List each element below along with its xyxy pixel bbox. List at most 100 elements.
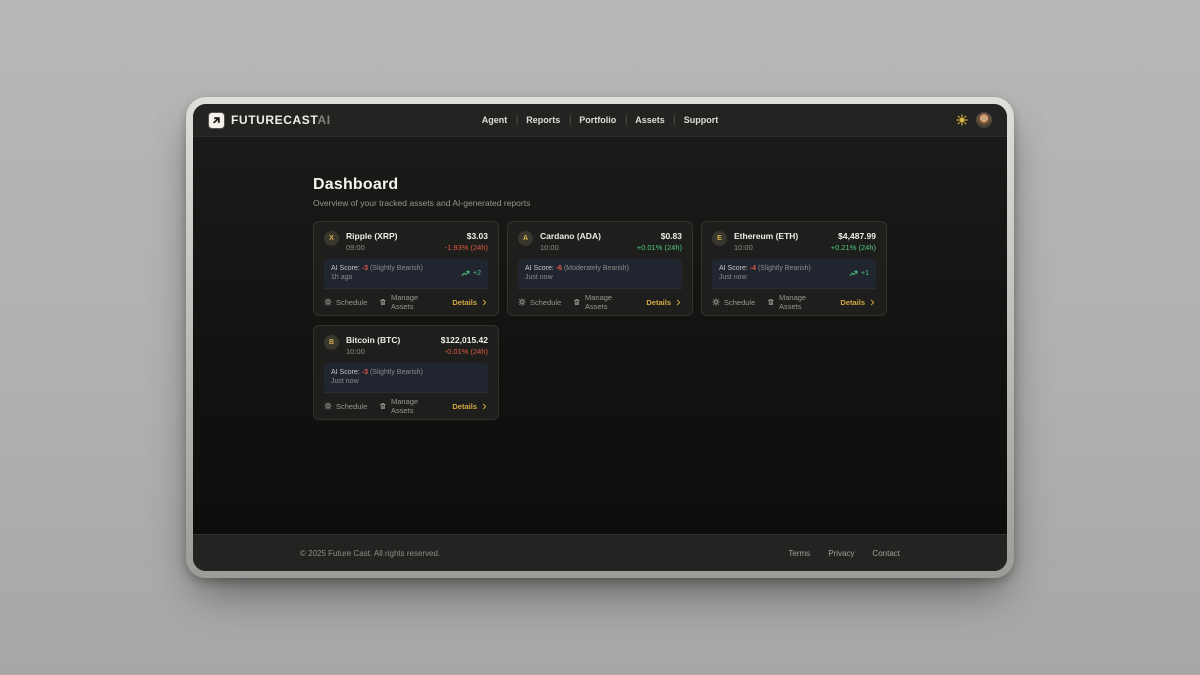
nav-item-portfolio[interactable]: Portfolio bbox=[579, 115, 616, 125]
ai-score-value: -3 bbox=[362, 265, 368, 272]
ai-score-value: -4 bbox=[750, 265, 756, 272]
asset-time: 10:00 bbox=[540, 243, 601, 252]
nav-item-support[interactable]: Support bbox=[684, 115, 719, 125]
chevron-right-icon bbox=[675, 299, 682, 306]
ai-score-panel: AI Score: -3 (Slightly Bearish) Just now bbox=[324, 363, 488, 392]
updated-time: Just now bbox=[525, 273, 629, 282]
asset-name: Ripple (XRP) bbox=[346, 231, 397, 241]
footer-link-terms[interactable]: Terms bbox=[788, 549, 810, 558]
schedule-button[interactable]: Schedule bbox=[518, 298, 561, 307]
app-screen: FUTURECASTAI Agent Reports Portfolio Ass… bbox=[193, 104, 1007, 571]
schedule-button[interactable]: Schedule bbox=[324, 402, 367, 411]
nav-item-assets[interactable]: Assets bbox=[635, 115, 665, 125]
asset-card-bitcoin: B Bitcoin (BTC) 10:00 $122,015.42 -0.01%… bbox=[313, 325, 499, 420]
ai-score-value: -3 bbox=[362, 369, 368, 376]
asset-name: Bitcoin (BTC) bbox=[346, 335, 400, 345]
asset-card-ripple: X Ripple (XRP) 09:00 $3.03 -1.93% (24h) bbox=[313, 221, 499, 316]
ai-score-value: -6 bbox=[556, 265, 562, 272]
sun-icon[interactable] bbox=[956, 114, 968, 126]
manage-assets-button[interactable]: Manage Assets bbox=[379, 293, 440, 311]
details-button[interactable]: Details bbox=[646, 298, 682, 307]
page-title: Dashboard bbox=[313, 176, 887, 194]
footer-link-contact[interactable]: Contact bbox=[872, 549, 900, 558]
card-actions: Schedule Manage Assets Details bbox=[712, 288, 876, 315]
chevron-right-icon bbox=[481, 403, 488, 410]
gear-icon bbox=[324, 402, 332, 410]
asset-price: $0.83 bbox=[637, 231, 682, 241]
ai-score-sentiment: (Slightly Bearish) bbox=[370, 369, 423, 376]
trend-badge: +1 bbox=[849, 269, 869, 278]
asset-change: -0.01% (24h) bbox=[441, 347, 488, 356]
manage-assets-button[interactable]: Manage Assets bbox=[573, 293, 634, 311]
updated-time: 1h ago bbox=[331, 273, 423, 282]
updated-time: Just now bbox=[331, 377, 423, 386]
details-button[interactable]: Details bbox=[452, 298, 488, 307]
asset-card-ethereum: E Ethereum (ETH) 10:00 $4,487.99 +0.21% … bbox=[701, 221, 887, 316]
card-actions: Schedule Manage Assets Details bbox=[518, 288, 682, 315]
trash-icon bbox=[379, 402, 387, 410]
nav-separator bbox=[625, 115, 626, 125]
chevron-right-icon bbox=[869, 299, 876, 306]
chevron-right-icon bbox=[481, 299, 488, 306]
asset-name: Cardano (ADA) bbox=[540, 231, 601, 241]
asset-change: +0.21% (24h) bbox=[831, 243, 876, 252]
nav-item-agent[interactable]: Agent bbox=[482, 115, 508, 125]
asset-price: $122,015.42 bbox=[441, 335, 488, 345]
card-actions: Schedule Manage Assets Details bbox=[324, 392, 488, 419]
asset-card-grid: X Ripple (XRP) 09:00 $3.03 -1.93% (24h) bbox=[313, 221, 887, 420]
desktop-background: { "brand": { "primary": "FUTURECAST", "s… bbox=[0, 0, 1200, 675]
footer-links: Terms Privacy Contact bbox=[788, 549, 900, 558]
updated-time: Just now bbox=[719, 273, 811, 282]
page-subtitle: Overview of your tracked assets and AI-g… bbox=[313, 198, 887, 208]
asset-time: 10:00 bbox=[734, 243, 798, 252]
details-button[interactable]: Details bbox=[840, 298, 876, 307]
trending-up-icon bbox=[849, 269, 858, 278]
trash-icon bbox=[767, 298, 775, 306]
app-window: FUTURECASTAI Agent Reports Portfolio Ass… bbox=[186, 97, 1014, 578]
trash-icon bbox=[379, 298, 387, 306]
nav-separator bbox=[516, 115, 517, 125]
asset-price: $3.03 bbox=[445, 231, 488, 241]
ai-score-panel: AI Score: -4 (Slightly Bearish) Just now… bbox=[712, 259, 876, 288]
trend-badge: +2 bbox=[461, 269, 481, 278]
nav-separator bbox=[569, 115, 570, 125]
ai-score-sentiment: (Slightly Bearish) bbox=[758, 265, 811, 272]
asset-time: 09:00 bbox=[346, 243, 397, 252]
top-navigation-bar: FUTURECASTAI Agent Reports Portfolio Ass… bbox=[193, 104, 1007, 137]
asset-change: -1.93% (24h) bbox=[445, 243, 488, 252]
gear-icon bbox=[324, 298, 332, 306]
gear-icon bbox=[518, 298, 526, 306]
card-actions: Schedule Manage Assets Details bbox=[324, 288, 488, 315]
brand-logo-icon bbox=[209, 113, 224, 128]
manage-assets-button[interactable]: Manage Assets bbox=[767, 293, 828, 311]
header-actions bbox=[956, 113, 991, 127]
copyright-text: © 2025 Future Cast. All rights reserved. bbox=[300, 549, 440, 558]
asset-card-cardano: A Cardano (ADA) 10:00 $0.83 +0.01% (24h) bbox=[507, 221, 693, 316]
asset-name: Ethereum (ETH) bbox=[734, 231, 798, 241]
user-avatar[interactable] bbox=[977, 113, 991, 127]
asset-change: +0.01% (24h) bbox=[637, 243, 682, 252]
main-nav: Agent Reports Portfolio Assets Support bbox=[482, 115, 719, 125]
trending-up-icon bbox=[461, 269, 470, 278]
coin-symbol-badge: A bbox=[518, 231, 533, 246]
nav-item-reports[interactable]: Reports bbox=[526, 115, 560, 125]
ai-score-panel: AI Score: -6 (Moderately Bearish) Just n… bbox=[518, 259, 682, 288]
page-footer: © 2025 Future Cast. All rights reserved.… bbox=[193, 534, 1007, 571]
coin-symbol-badge: E bbox=[712, 231, 727, 246]
schedule-button[interactable]: Schedule bbox=[324, 298, 367, 307]
brand-name: FUTURECASTAI bbox=[231, 113, 331, 127]
main-content: Dashboard Overview of your tracked asset… bbox=[193, 137, 1007, 534]
manage-assets-button[interactable]: Manage Assets bbox=[379, 397, 440, 415]
details-button[interactable]: Details bbox=[452, 402, 488, 411]
ai-score-panel: AI Score: -3 (Slightly Bearish) 1h ago +… bbox=[324, 259, 488, 288]
ai-score-sentiment: (Moderately Bearish) bbox=[564, 265, 629, 272]
nav-separator bbox=[674, 115, 675, 125]
asset-price: $4,487.99 bbox=[831, 231, 876, 241]
coin-symbol-badge: B bbox=[324, 335, 339, 350]
gear-icon bbox=[712, 298, 720, 306]
ai-score-sentiment: (Slightly Bearish) bbox=[370, 265, 423, 272]
asset-time: 10:00 bbox=[346, 347, 400, 356]
footer-link-privacy[interactable]: Privacy bbox=[828, 549, 854, 558]
schedule-button[interactable]: Schedule bbox=[712, 298, 755, 307]
brand-logo[interactable]: FUTURECASTAI bbox=[209, 113, 331, 128]
